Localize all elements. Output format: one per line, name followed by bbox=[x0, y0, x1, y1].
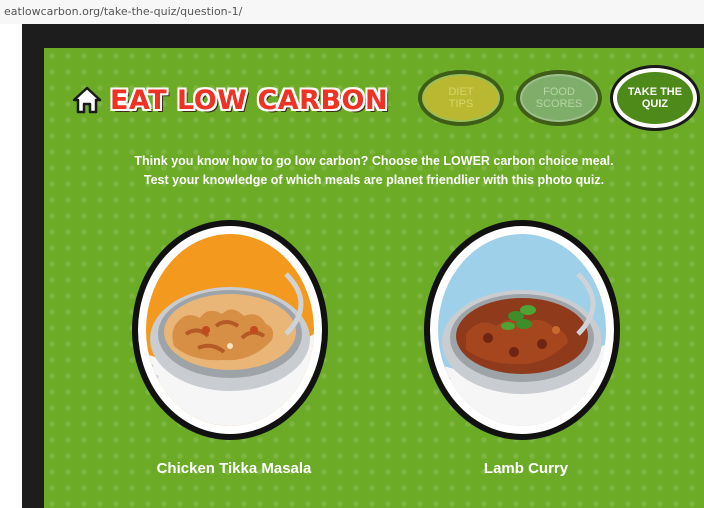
take-the-quiz-label: TAKE THE QUIZ bbox=[627, 86, 683, 110]
quiz-intro: Think you know how to go low carbon? Cho… bbox=[44, 152, 704, 190]
diet-tips-button[interactable]: DIET TIPS bbox=[418, 70, 504, 126]
meal-label[interactable]: Chicken Tikka Masala bbox=[124, 460, 344, 477]
food-scores-button[interactable]: FOOD SCORES bbox=[516, 70, 602, 126]
meal-photo[interactable] bbox=[124, 216, 344, 442]
site-logo[interactable]: EAT LOW CARBON bbox=[72, 80, 388, 120]
meal-label[interactable]: Lamb Curry bbox=[416, 460, 636, 477]
take-the-quiz-button[interactable]: TAKE THE QUIZ bbox=[613, 68, 697, 128]
choice-chicken-tikka-masala[interactable]: Chicken Tikka Masala bbox=[124, 216, 344, 477]
url-text[interactable]: eatlowcarbon.org/take-the-quiz/question-… bbox=[4, 5, 242, 18]
diet-tips-label: DIET TIPS bbox=[448, 86, 474, 110]
meal-photo[interactable] bbox=[416, 216, 636, 442]
plate-frame bbox=[424, 220, 620, 440]
plate-frame bbox=[132, 220, 328, 440]
lamb-curry-image bbox=[438, 272, 606, 426]
intro-line-2: Test your knowledge of which meals are p… bbox=[143, 173, 605, 187]
intro-line-1: Think you know how to go low carbon? Cho… bbox=[134, 154, 614, 168]
home-icon[interactable] bbox=[72, 85, 102, 115]
browser-address-bar[interactable]: eatlowcarbon.org/take-the-quiz/question-… bbox=[0, 0, 704, 24]
choice-lamb-curry[interactable]: Lamb Curry bbox=[416, 216, 636, 477]
logo-title: EAT LOW CARBON bbox=[110, 84, 389, 116]
site-content: EAT LOW CARBON DIET TIPS FOOD SCORES TAK… bbox=[44, 48, 704, 508]
chicken-tikka-masala-image bbox=[146, 272, 314, 426]
food-scores-label: FOOD SCORES bbox=[535, 86, 583, 110]
